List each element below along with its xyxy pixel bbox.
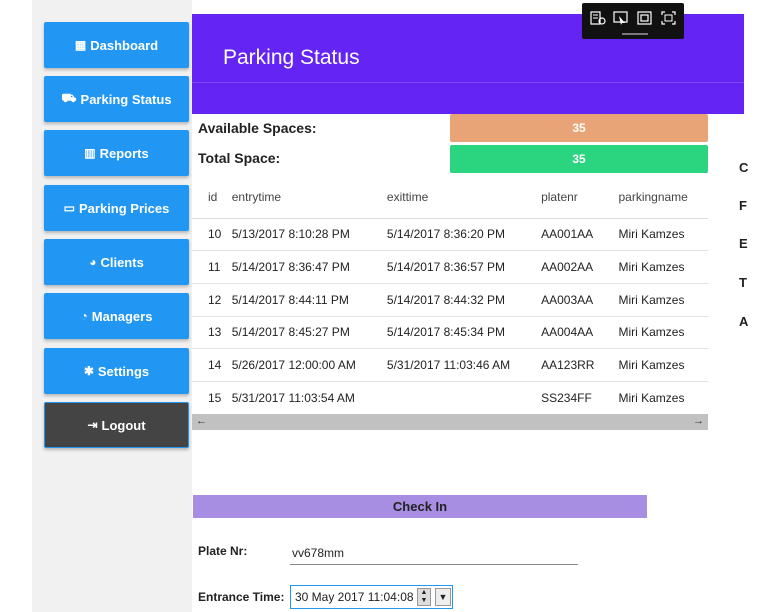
table-row[interactable]: 12 5/14/2017 8:44:11 PM 5/14/2017 8:44:3…	[192, 283, 708, 317]
cell-exittime: 5/14/2017 8:44:32 PM	[386, 283, 542, 317]
cell-parkingname: Miri Kamzes	[618, 316, 708, 350]
gear-icon: ✱	[83, 364, 94, 378]
cell-id: 15	[192, 381, 232, 412]
nav-reports-label: Reports	[99, 145, 149, 161]
cell-exittime	[386, 381, 542, 412]
cell-parkingname: Miri Kamzes	[618, 348, 708, 382]
cell-platenr: AA001AA	[541, 218, 619, 252]
column-header-platenr[interactable]: platenr	[541, 176, 619, 219]
nav-clients-label: Clients	[100, 254, 144, 270]
cell-entrytime: 5/14/2017 8:45:27 PM	[231, 316, 387, 350]
cell-id: 11	[192, 250, 232, 284]
nav-parking-status-label: Parking Status	[80, 91, 172, 107]
cell-exittime: 5/14/2017 8:36:20 PM	[386, 218, 542, 252]
pie-icon: ◕	[89, 255, 97, 269]
nav-parking-status-button[interactable]: ⛟ Parking Status	[44, 76, 189, 122]
cell-id: 14	[192, 348, 232, 382]
right-panel-label: F	[739, 198, 747, 213]
nav-parking-prices-button[interactable]: ▭ Parking Prices	[44, 185, 189, 231]
entrance-time-value: 30 May 2017 11:04:08	[295, 590, 414, 604]
nav-managers-label: Managers	[91, 308, 153, 324]
nav-reports-button[interactable]: ▥ Reports	[44, 130, 189, 176]
parking-table-container: id entrytime exittime platenr parkingnam…	[192, 176, 708, 412]
cell-platenr: AA123RR	[541, 348, 619, 382]
cell-entrytime: 5/31/2017 11:03:54 AM	[231, 381, 387, 412]
right-panel-label: C	[739, 160, 749, 175]
scroll-left-arrow-icon[interactable]: ←	[196, 415, 207, 427]
nav-logout-button[interactable]: ⇥ Logout	[44, 402, 189, 448]
total-space-label: Total Space:	[198, 150, 281, 166]
table-row[interactable]: 13 5/14/2017 8:45:27 PM 5/14/2017 8:45:3…	[192, 316, 708, 350]
cell-exittime: 5/14/2017 8:45:34 PM	[386, 316, 542, 350]
page-title: Parking Status	[223, 46, 360, 69]
cell-platenr: AA004AA	[541, 316, 619, 350]
insert-icon[interactable]	[590, 11, 606, 25]
plate-nr-label: Plate Nr:	[198, 544, 248, 558]
available-spaces-value: 35	[450, 114, 708, 142]
entrance-time-input[interactable]: 30 May 2017 11:04:08 ▲ ▼ ▼	[290, 585, 453, 609]
cell-id: 13	[192, 316, 232, 350]
nav-settings-button[interactable]: ✱ Settings	[44, 348, 189, 394]
toolbar-drag-handle[interactable]	[622, 33, 648, 35]
nav-dashboard-label: Dashboard	[90, 37, 159, 53]
table-row[interactable]: 10 5/13/2017 8:10:28 PM 5/14/2017 8:36:2…	[192, 218, 708, 252]
time-spinner-icon[interactable]: ▲ ▼	[417, 588, 431, 606]
total-space-value: 35	[450, 145, 708, 173]
plate-nr-input[interactable]	[290, 541, 578, 565]
column-header-parkingname[interactable]: parkingname	[618, 176, 708, 219]
header-divider	[192, 82, 744, 83]
cell-parkingname: Miri Kamzes	[618, 218, 708, 252]
right-panel-label: A	[739, 314, 749, 329]
parking-table: id entrytime exittime platenr parkingnam…	[192, 176, 708, 412]
cell-exittime: 5/31/2017 11:03:46 AM	[386, 348, 542, 382]
pie-icon: ◔	[80, 309, 88, 323]
table-row[interactable]: 14 5/26/2017 12:00:00 AM 5/31/2017 11:03…	[192, 348, 708, 382]
cell-parkingname: Miri Kamzes	[618, 250, 708, 284]
money-icon: ▭	[63, 201, 75, 215]
cell-entrytime: 5/13/2017 8:10:28 PM	[231, 218, 387, 252]
window-capture-icon[interactable]	[637, 11, 653, 25]
column-header-entrytime[interactable]: entrytime	[231, 176, 387, 219]
nav-managers-button[interactable]: ◔ Managers	[44, 293, 189, 339]
available-spaces-label: Available Spaces:	[198, 120, 317, 136]
chevron-down-icon[interactable]: ▼	[435, 588, 451, 606]
cell-parkingname: Miri Kamzes	[618, 283, 708, 317]
cell-platenr: SS234FF	[541, 381, 619, 412]
sign-out-icon: ⇥	[87, 418, 98, 432]
column-header-id[interactable]: id	[192, 176, 232, 219]
car-icon: ⛟	[61, 91, 77, 105]
nav-dashboard-button[interactable]: ▦ Dashboard	[44, 22, 189, 68]
cell-entrytime: 5/14/2017 8:44:11 PM	[231, 283, 387, 317]
fullscreen-capture-icon[interactable]	[661, 11, 677, 25]
table-horizontal-scrollbar[interactable]: ← →	[192, 414, 708, 430]
cell-entrytime: 5/26/2017 12:00:00 AM	[231, 348, 387, 382]
cell-entrytime: 5/14/2017 8:36:47 PM	[231, 250, 387, 284]
nav-settings-label: Settings	[97, 363, 150, 379]
right-panel-label: E	[739, 236, 748, 251]
table-row[interactable]: 15 5/31/2017 11:03:54 AM SS234FF Miri Ka…	[192, 381, 708, 412]
table-row[interactable]: 11 5/14/2017 8:36:47 PM 5/14/2017 8:36:5…	[192, 250, 708, 284]
dashboard-icon: ▦	[74, 38, 87, 52]
select-pointer-icon[interactable]	[613, 11, 629, 25]
cell-id: 10	[192, 218, 232, 252]
nav-logout-label: Logout	[101, 417, 146, 433]
column-header-exittime[interactable]: exittime	[386, 176, 542, 219]
floating-toolbar	[582, 3, 684, 39]
table-header-row: id entrytime exittime platenr parkingnam…	[192, 176, 708, 219]
cell-platenr: AA002AA	[541, 250, 619, 284]
nav-clients-button[interactable]: ◕ Clients	[44, 239, 189, 285]
entrance-time-label: Entrance Time:	[198, 590, 285, 604]
right-panel-label: T	[739, 275, 747, 290]
left-margin	[0, 0, 32, 612]
nav-parking-prices-label: Parking Prices	[79, 200, 170, 216]
checkin-header: Check In	[193, 495, 647, 518]
scroll-right-arrow-icon[interactable]: →	[693, 415, 704, 427]
cell-platenr: AA003AA	[541, 283, 619, 317]
cell-id: 12	[192, 283, 232, 317]
bar-chart-icon: ▥	[84, 146, 96, 160]
cell-parkingname: Miri Kamzes	[618, 381, 708, 412]
cell-exittime: 5/14/2017 8:36:57 PM	[386, 250, 542, 284]
sidebar: ▦ Dashboard ⛟ Parking Status ▥ Reports ▭…	[32, 0, 192, 612]
